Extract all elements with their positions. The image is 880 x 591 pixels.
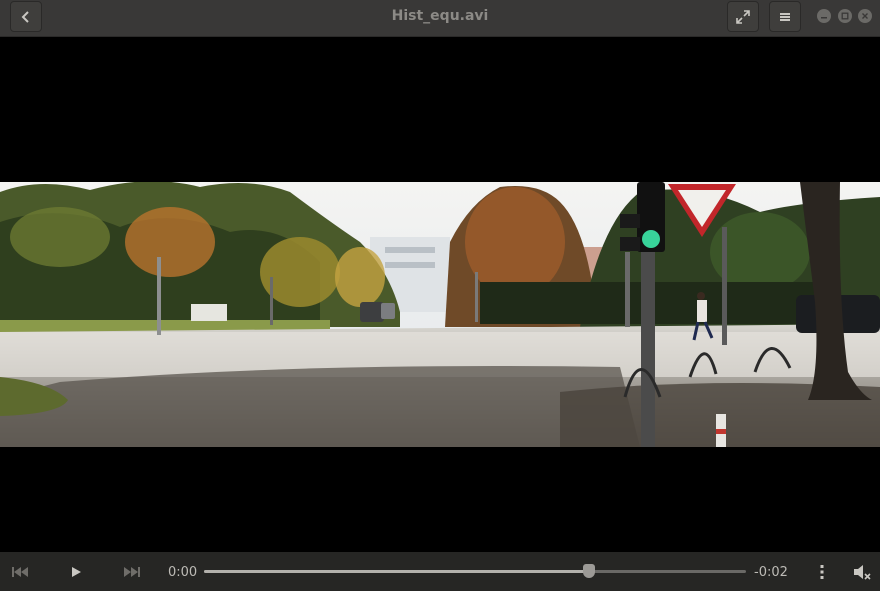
vertical-dots-icon [820,565,824,579]
seek-bar-progress [204,570,589,573]
play-button[interactable] [66,564,86,580]
elapsed-time: 0:00 [168,565,198,580]
next-button[interactable] [122,564,142,580]
seek-bar-handle[interactable] [582,564,595,578]
video-frame[interactable] [0,182,880,447]
close-button[interactable] [858,9,872,23]
skip-forward-icon [124,567,140,577]
header-bar: Hist_equ.avi [0,0,880,37]
maximize-icon [841,12,849,20]
fullscreen-icon [736,9,750,24]
street-scene-image [0,182,880,447]
more-options-button[interactable] [814,563,830,581]
fullscreen-button[interactable] [727,1,759,32]
close-icon [862,13,868,19]
maximize-button[interactable] [838,9,852,23]
seek-bar[interactable] [204,564,746,578]
volume-muted-icon [854,565,871,580]
minimize-icon [821,17,827,19]
minimize-button[interactable] [817,9,831,23]
menu-button[interactable] [769,1,801,32]
play-icon [72,567,81,577]
volume-button[interactable] [851,563,873,581]
skip-backward-icon [12,567,28,577]
remaining-time: -0:02 [754,565,788,580]
hamburger-menu-icon [780,12,790,21]
previous-button[interactable] [10,564,30,580]
video-area[interactable] [0,37,880,552]
